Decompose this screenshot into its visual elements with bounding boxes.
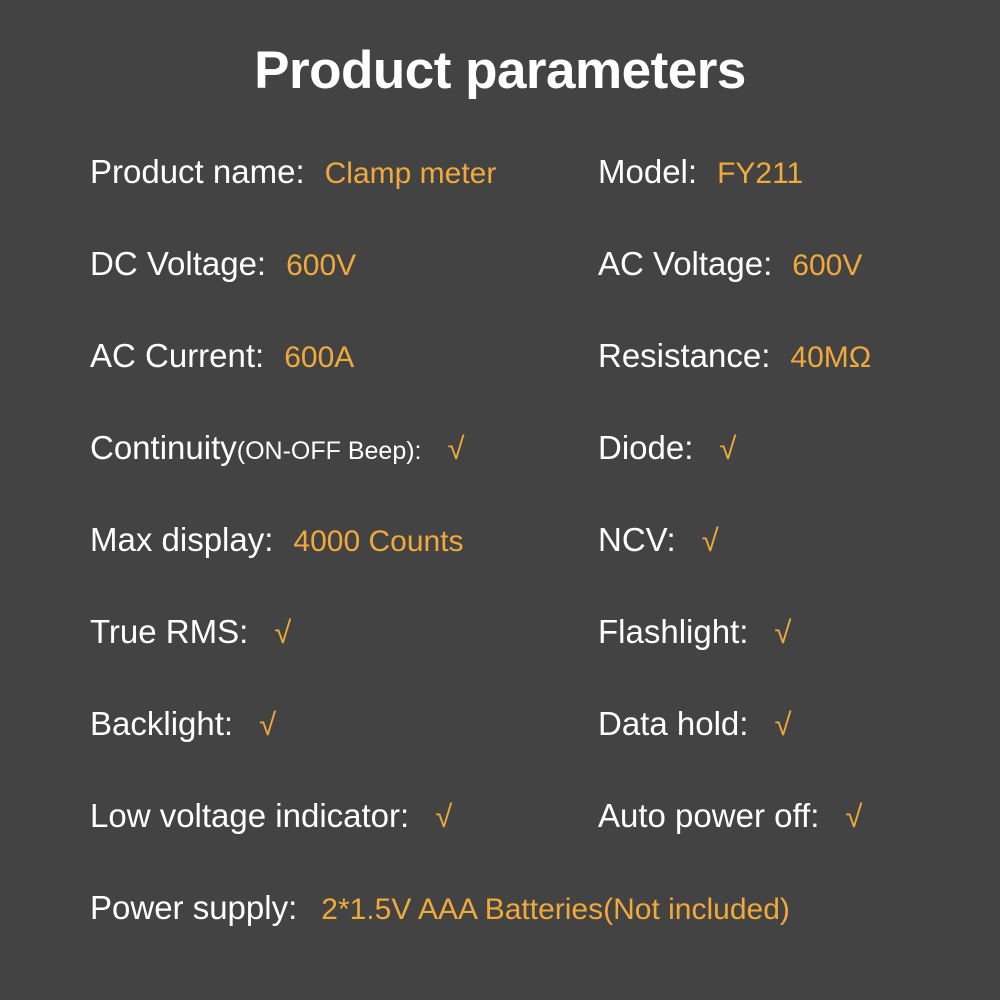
spec-label-text: Continuity <box>90 429 237 466</box>
checkmark-icon: √ <box>701 523 719 558</box>
spec-item-max-display: Max display: 4000 Counts <box>90 520 464 562</box>
spec-label: Flashlight: <box>598 613 749 650</box>
spec-item-backlight: Backlight: √ <box>90 704 276 745</box>
spec-value: FY211 <box>717 157 804 190</box>
spec-label: Continuity(ON-OFF Beep): <box>90 428 422 471</box>
table-row: Backlight: √ Data hold: √ <box>0 704 1000 796</box>
table-row: Max display: 4000 Counts NCV: √ <box>0 520 1000 612</box>
table-row: Power supply: 2*1.5V AAA Batteries(Not i… <box>0 888 1000 980</box>
checkmark-icon: √ <box>259 707 277 742</box>
spec-item-power-supply: Power supply: 2*1.5V AAA Batteries(Not i… <box>90 888 790 930</box>
spec-item-dc-voltage: DC Voltage: 600V <box>90 244 356 286</box>
spec-value: 40MΩ <box>790 341 872 374</box>
table-row: Low voltage indicator: √ Auto power off:… <box>0 796 1000 888</box>
checkmark-icon: √ <box>845 799 863 834</box>
spec-value: 4000 Counts <box>293 525 464 558</box>
page-title: Product parameters <box>254 41 746 100</box>
spec-item-ac-current: AC Current: 600A <box>90 336 354 378</box>
spec-item-low-voltage-indicator: Low voltage indicator: √ <box>90 796 452 837</box>
table-row: Continuity(ON-OFF Beep): √ Diode: √ <box>0 428 1000 520</box>
spec-item-data-hold: Data hold: √ <box>598 704 791 745</box>
product-parameters-panel: Product parameters Product name: Clamp m… <box>0 0 1000 1000</box>
spec-item-continuity: Continuity(ON-OFF Beep): √ <box>90 428 465 471</box>
spec-label-note: (ON-OFF Beep): <box>236 437 422 465</box>
spec-value: 600V <box>792 249 863 282</box>
spec-label: NCV: <box>598 521 676 558</box>
spec-label: Max display: <box>90 521 274 558</box>
spec-item-true-rms: True RMS: √ <box>90 612 291 653</box>
spec-label: DC Voltage: <box>90 245 267 282</box>
checkmark-icon: √ <box>435 799 453 834</box>
checkmark-icon: √ <box>274 615 292 650</box>
spec-value: 2*1.5V AAA Batteries(Not included) <box>321 893 790 926</box>
spec-value: Clamp meter <box>324 157 497 190</box>
spec-value: 600A <box>284 341 355 374</box>
spec-label: Backlight: <box>90 705 234 742</box>
spec-item-diode: Diode: √ <box>598 428 736 469</box>
spec-item-resistance: Resistance: 40MΩ <box>598 336 871 378</box>
spec-label: Resistance: <box>598 337 771 374</box>
checkmark-icon: √ <box>719 431 737 466</box>
spec-label: Power supply: <box>90 889 298 926</box>
spec-label: AC Current: <box>90 337 265 374</box>
spec-item-flashlight: Flashlight: √ <box>598 612 791 653</box>
spec-label: Auto power off: <box>598 797 820 834</box>
spec-item-product-name: Product name: Clamp meter <box>90 152 496 194</box>
checkmark-icon: √ <box>774 615 792 650</box>
spec-item-model: Model: FY211 <box>598 152 803 194</box>
table-row: AC Current: 600A Resistance: 40MΩ <box>0 336 1000 428</box>
table-row: Product name: Clamp meter Model: FY211 <box>0 152 1000 244</box>
spec-value: 600V <box>286 249 357 282</box>
spec-table: Product name: Clamp meter Model: FY211 D… <box>0 152 1000 980</box>
spec-label: AC Voltage: <box>598 245 773 282</box>
table-row: True RMS: √ Flashlight: √ <box>0 612 1000 704</box>
spec-label: Product name: <box>90 153 305 190</box>
spec-item-ac-voltage: AC Voltage: 600V <box>598 244 862 286</box>
spec-label: Data hold: <box>598 705 749 742</box>
checkmark-icon: √ <box>774 707 792 742</box>
spec-label: Diode: <box>598 429 694 466</box>
spec-label: Low voltage indicator: <box>90 797 410 834</box>
spec-item-ncv: NCV: √ <box>598 520 719 561</box>
spec-item-auto-power-off: Auto power off: √ <box>598 796 862 837</box>
table-row: DC Voltage: 600V AC Voltage: 600V <box>0 244 1000 336</box>
spec-label: True RMS: <box>90 613 249 650</box>
spec-label: Model: <box>598 153 698 190</box>
checkmark-icon: √ <box>447 431 465 466</box>
